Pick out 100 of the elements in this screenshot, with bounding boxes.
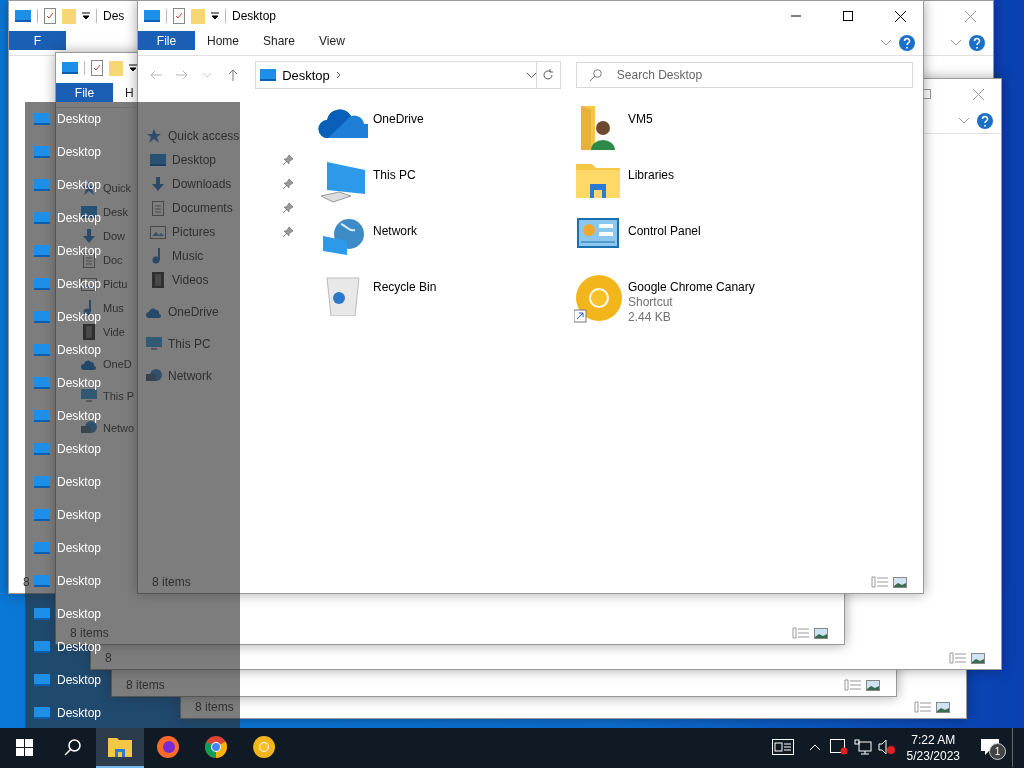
jump-list-item[interactable]: Desktop xyxy=(25,638,104,656)
chrome-icon xyxy=(204,735,228,759)
nav-item[interactable]: Pictures xyxy=(150,220,303,244)
nav-item[interactable]: Desktop xyxy=(150,148,303,172)
explorer-item[interactable]: This PC xyxy=(317,162,572,218)
ribbon-tab[interactable]: File xyxy=(56,83,113,102)
jump-list-item[interactable]: Desktop xyxy=(25,308,104,326)
help-icon[interactable] xyxy=(899,35,915,51)
help-icon[interactable] xyxy=(969,35,985,51)
checklist-icon[interactable] xyxy=(44,8,56,24)
picture-icon xyxy=(81,277,97,291)
jump-list-item[interactable]: Desktop xyxy=(25,539,104,557)
jump-list-item[interactable]: Desktop xyxy=(25,176,104,194)
monitor-icon xyxy=(34,443,50,455)
monitor-icon xyxy=(34,410,50,422)
monitor-icon xyxy=(34,344,50,356)
monitor-icon xyxy=(34,146,50,158)
nav-item[interactable]: Desk xyxy=(103,206,129,218)
jump-list-item[interactable]: Desktop xyxy=(25,143,104,161)
nav-item[interactable]: Downloads xyxy=(150,172,303,196)
nav-item[interactable]: Network xyxy=(146,364,303,388)
caret-icon[interactable] xyxy=(82,12,90,20)
large-icons-view-button[interactable] xyxy=(812,627,830,639)
ribbon-tab[interactable]: Share xyxy=(251,31,296,50)
large-icons-view-button[interactable] xyxy=(934,701,952,713)
download-icon xyxy=(82,229,96,243)
nav-item[interactable]: Quick access xyxy=(146,124,303,148)
nav-item[interactable]: OneD xyxy=(103,358,132,370)
monitor-icon xyxy=(15,10,31,22)
large-icons-view-button[interactable] xyxy=(891,576,909,588)
explorer-item[interactable]: VM5 xyxy=(572,106,872,162)
taskbar-app[interactable] xyxy=(96,728,144,768)
close-icon[interactable] xyxy=(964,10,976,22)
large-icons-view-button[interactable] xyxy=(864,679,882,691)
monitor-icon xyxy=(34,245,50,257)
nav-item[interactable]: Vide xyxy=(103,326,125,338)
monitor-icon xyxy=(34,509,50,521)
jump-list-item[interactable]: Desktop xyxy=(25,209,104,227)
status-text: 8 items xyxy=(152,575,191,589)
monitor-icon xyxy=(34,575,50,587)
ribbon-tab[interactable]: Home xyxy=(195,31,239,50)
folder-icon xyxy=(576,162,620,198)
nav-item[interactable]: Doc xyxy=(103,254,123,266)
windows-logo-icon xyxy=(15,738,33,756)
checklist-icon[interactable] xyxy=(173,8,185,24)
jump-list-item[interactable]: Desktop xyxy=(25,341,104,359)
jump-list-item[interactable]: Desktop xyxy=(25,704,104,722)
explorer-item[interactable]: Libraries xyxy=(572,162,872,218)
window-title: Des xyxy=(103,9,125,23)
explorer-item[interactable]: Google Chrome Canary Shortcut 2.44 KB xyxy=(572,274,872,330)
film-icon xyxy=(152,272,164,288)
jump-list-item[interactable]: Desktop xyxy=(25,605,104,623)
nav-item[interactable]: This PC xyxy=(146,332,303,356)
nav-item[interactable]: Videos xyxy=(150,268,303,292)
computer-icon xyxy=(81,389,97,403)
nav-item[interactable]: Music xyxy=(150,244,303,268)
nav-item[interactable]: Netwo xyxy=(103,422,135,434)
explorer-item[interactable]: Recycle Bin xyxy=(317,274,572,330)
ribbon-tab[interactable]: H xyxy=(113,83,134,102)
chevron-down-icon[interactable] xyxy=(881,40,891,46)
close-icon[interactable] xyxy=(972,88,984,100)
window-title: Desktop xyxy=(232,9,277,23)
ribbon-tab[interactable]: F xyxy=(9,31,66,50)
explorer-item[interactable]: Control Panel xyxy=(572,218,872,274)
caret-icon[interactable] xyxy=(129,64,137,72)
ribbon-tab[interactable]: View xyxy=(307,31,345,50)
checklist-icon[interactable] xyxy=(91,60,103,76)
notification-button[interactable]: 1 xyxy=(968,728,1012,768)
jump-list-item[interactable]: Desktop xyxy=(25,440,104,458)
jump-list-item[interactable]: Desktop xyxy=(25,671,104,689)
chrome-canary-icon xyxy=(574,274,622,324)
chevron-down-icon[interactable] xyxy=(959,118,969,124)
jump-list-item[interactable]: Desktop xyxy=(25,473,104,491)
jump-list-item[interactable]: Desktop xyxy=(25,110,104,128)
jump-list-item[interactable]: Desktop xyxy=(25,506,104,524)
chevron-down-icon[interactable] xyxy=(951,40,961,46)
clock[interactable]: 7:22 AM 5/23/2023 xyxy=(898,728,968,768)
large-icons-view-button[interactable] xyxy=(969,652,987,664)
nav-item[interactable]: This P xyxy=(103,390,135,402)
nav-item[interactable]: Dow xyxy=(103,230,125,242)
nav-item[interactable]: Documents xyxy=(150,196,303,220)
jump-list-item[interactable]: Desktop xyxy=(25,407,104,425)
explorer-item[interactable]: OneDrive xyxy=(317,106,572,162)
ribbon-tab[interactable]: File xyxy=(138,31,195,50)
nav-item[interactable]: Quick xyxy=(103,182,132,194)
jump-list-item[interactable]: Desktop xyxy=(25,275,104,293)
search-field[interactable]: Search Desktop xyxy=(575,62,913,88)
monitor-icon xyxy=(34,212,50,224)
nav-item[interactable]: Mus xyxy=(103,302,124,314)
status-text: 8 items xyxy=(195,700,234,714)
jump-list-item[interactable]: Desktop xyxy=(25,242,104,260)
explorer-item[interactable]: Network xyxy=(317,218,572,274)
nav-item[interactable]: OneDrive xyxy=(146,300,303,324)
help-icon[interactable] xyxy=(977,113,993,129)
jump-list-item[interactable]: Desktop xyxy=(25,374,104,392)
news-icon xyxy=(771,739,794,755)
maximize-icon xyxy=(843,11,853,21)
monitor-icon xyxy=(34,179,50,191)
caret-icon[interactable] xyxy=(211,12,219,20)
nav-item[interactable]: Pictu xyxy=(103,278,128,290)
